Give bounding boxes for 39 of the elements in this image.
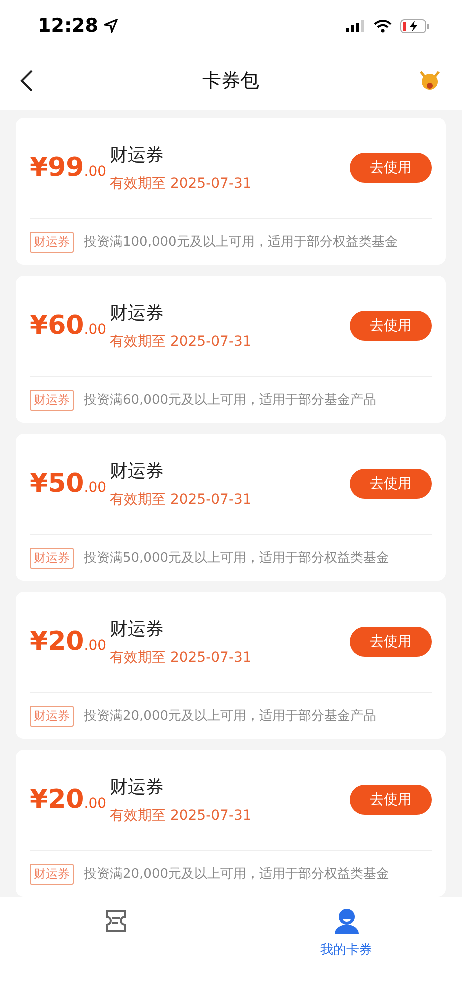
expiry-date: 有效期至 2025-07-31 <box>110 491 253 509</box>
wifi-icon <box>374 20 392 32</box>
expiry-date: 有效期至 2025-07-31 <box>110 175 253 193</box>
use-button[interactable]: 去使用 <box>350 627 432 657</box>
coupon-amount: ¥99.00 <box>30 153 108 183</box>
expiry-date: 有效期至 2025-07-31 <box>110 333 253 351</box>
coupon-name: 财运券 <box>110 776 165 799</box>
use-button[interactable]: 去使用 <box>350 153 432 183</box>
usage-condition: 投资满60,000元及以上可用，适用于部分基金产品 <box>84 392 376 409</box>
deer-mascot-icon[interactable] <box>418 69 442 93</box>
coupon-name: 财运券 <box>110 618 165 641</box>
coupon-name: 财运券 <box>110 460 165 483</box>
coupon-tag: 财运券 <box>30 232 74 252</box>
expiry-date: 有效期至 2025-07-31 <box>110 649 253 667</box>
usage-condition: 投资满50,000元及以上可用，适用于部分权益类基金 <box>84 550 390 567</box>
coupon-tag: 财运券 <box>30 864 74 884</box>
back-icon[interactable] <box>20 69 34 93</box>
page-title: 卡券包 <box>202 69 260 94</box>
coupon-amount: ¥60.00 <box>30 311 108 341</box>
location-arrow-icon <box>104 19 118 33</box>
expiry-date: 有效期至 2025-07-31 <box>110 807 253 825</box>
coupon-amount: ¥50.00 <box>30 469 108 499</box>
coupon-tag: 财运券 <box>30 548 74 568</box>
coupon-amount: ¥20.00 <box>30 627 108 657</box>
person-icon <box>332 907 360 935</box>
use-button[interactable]: 去使用 <box>350 311 432 341</box>
coupon-name: 财运券 <box>110 302 165 325</box>
usage-condition: 投资满20,000元及以上可用，适用于部分权益类基金 <box>84 866 390 883</box>
coupon-tag: 财运券 <box>30 390 74 410</box>
status-time: 12:28 <box>38 15 98 37</box>
usage-condition: 投资满20,000元及以上可用，适用于部分基金产品 <box>84 708 376 725</box>
coupon-name: 财运券 <box>110 144 165 167</box>
signal-icon <box>346 20 366 32</box>
coupon-tag: 财运券 <box>30 706 74 726</box>
coupon-amount: ¥20.00 <box>30 785 108 815</box>
battery-charging-icon <box>400 18 430 34</box>
use-button[interactable]: 去使用 <box>350 785 432 815</box>
usage-condition: 投资满100,000元及以上可用，适用于部分权益类基金 <box>84 234 398 251</box>
use-button[interactable]: 去使用 <box>350 469 432 499</box>
